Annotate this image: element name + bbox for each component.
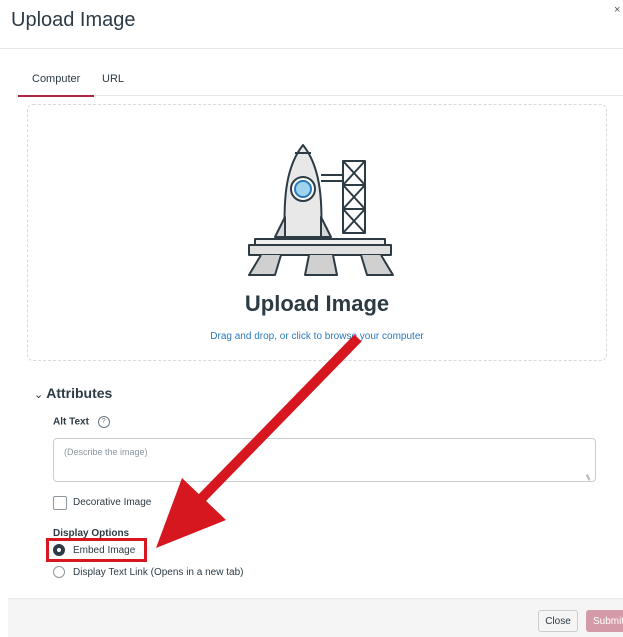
annotation-arrow (156, 334, 362, 548)
